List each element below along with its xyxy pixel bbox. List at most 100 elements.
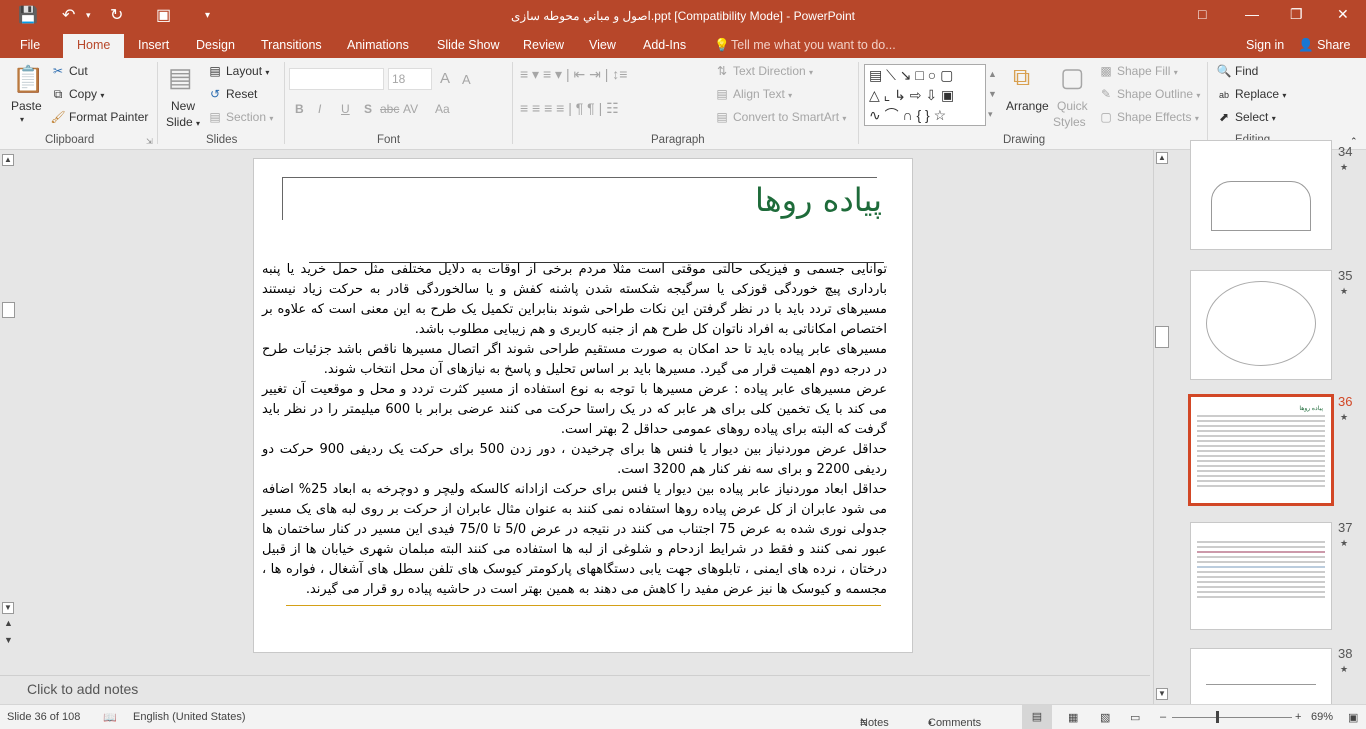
grow-font-button[interactable]: A xyxy=(440,70,450,87)
copy-button[interactable]: ⧉ Copy ▾ xyxy=(50,87,105,102)
slide-sorter-button[interactable]: ▦ xyxy=(1068,711,1078,724)
previous-slide-icon[interactable]: ▲ xyxy=(4,618,13,628)
tab-review[interactable]: Review xyxy=(523,38,564,52)
tab-insert[interactable]: Insert xyxy=(138,38,169,52)
bullets-button[interactable]: ≡ ▾ ≡ ▾ | ⇤ ⇥ | ↕≡ xyxy=(520,66,627,83)
slide-scrollbar[interactable]: ▲ ▼ ▲ ▼ xyxy=(0,150,17,672)
format-painter-label: Format Painter xyxy=(69,110,149,124)
arrange-icon[interactable]: ⧉ xyxy=(1013,64,1030,92)
quick-styles-icon[interactable]: ▢ xyxy=(1060,62,1085,93)
paint-bucket-icon: ▩ xyxy=(1100,64,1112,78)
char-spacing-button[interactable]: AV xyxy=(403,102,418,116)
font-size-input[interactable]: 18 xyxy=(388,68,432,90)
minimize-icon[interactable]: — xyxy=(1245,6,1259,22)
slide-body-text[interactable]: توانایی جسمی و فیزیکی حالتی موقتی است مث… xyxy=(262,260,887,600)
reset-icon: ↺ xyxy=(209,87,221,101)
new-slide-label: Slide xyxy=(166,115,193,129)
reset-label: Reset xyxy=(226,87,258,101)
slide-thumbnail-37[interactable] xyxy=(1190,522,1332,630)
slide-title[interactable]: پیاده روها xyxy=(755,181,882,219)
quick-styles-button[interactable]: Quick xyxy=(1057,99,1088,113)
next-slide-icon[interactable]: ▼ xyxy=(4,635,13,645)
star-icon: ★ xyxy=(1340,286,1349,296)
slide-thumbnail-36[interactable]: پیاده روها xyxy=(1188,394,1334,506)
zoom-out-button[interactable]: – xyxy=(1160,711,1166,723)
new-slide-button[interactable]: New xyxy=(171,99,195,113)
alignment-buttons[interactable]: ≡ ≡ ≡ ≡ | ¶ ¶ | ☷ xyxy=(520,100,619,117)
scroll-up-icon[interactable]: ▲ xyxy=(2,154,14,166)
maximize-icon[interactable]: ❐ xyxy=(1290,6,1303,23)
select-label: Select xyxy=(1235,110,1269,124)
find-button[interactable]: 🔍 Find xyxy=(1216,64,1259,78)
shape-effects-button[interactable]: ▢ Shape Effects ▾ xyxy=(1098,110,1199,124)
shape-effects-label: Shape Effects xyxy=(1117,110,1192,124)
reading-view-button[interactable]: ▧ xyxy=(1100,711,1110,724)
tell-me-input[interactable]: Tell me what you want to do... xyxy=(731,38,896,52)
arrange-button[interactable]: Arrange xyxy=(1006,99,1049,113)
font-name-input[interactable] xyxy=(289,68,384,90)
scroll-thumb[interactable] xyxy=(2,302,15,318)
shape-outline-button[interactable]: ✎ Shape Outline ▾ xyxy=(1098,87,1200,101)
tab-home[interactable]: Home xyxy=(63,34,125,58)
text-direction-button[interactable]: ⇅ Text Direction ▾ xyxy=(714,64,813,78)
ribbon-options-icon[interactable]: □ xyxy=(1198,6,1206,22)
select-button[interactable]: ⬈ Select ▾ xyxy=(1216,110,1276,124)
align-text-button[interactable]: ▤ Align Text ▾ xyxy=(714,87,792,101)
tab-add-ins[interactable]: Add-Ins xyxy=(643,38,686,52)
clipboard-launcher-icon[interactable]: ⇲ xyxy=(146,137,153,146)
paste-button[interactable]: Paste xyxy=(11,99,42,113)
zoom-level[interactable]: 69% xyxy=(1311,711,1333,723)
reset-button[interactable]: ↺ Reset xyxy=(207,87,257,101)
tab-animations[interactable]: Animations xyxy=(347,38,409,52)
paste-dropdown-icon[interactable]: ▾ xyxy=(20,115,24,124)
close-icon[interactable]: ✕ xyxy=(1337,6,1349,23)
shapes-gallery[interactable]: ▤ ⟍ ↘ □ ○ ▢ △ ⌞ ↳ ⇨ ⇩ ▣ ∿ ⌒ ∩ { } ☆ xyxy=(864,64,986,126)
convert-smartart-button[interactable]: ▤ Convert to SmartArt ▾ xyxy=(714,110,846,124)
convert-smartart-label: Convert to SmartArt xyxy=(733,110,840,124)
slide-show-button[interactable]: ▭ xyxy=(1130,711,1140,724)
zoom-slider[interactable] xyxy=(1172,717,1292,718)
scroll-down-icon[interactable]: ▼ xyxy=(2,602,14,614)
zoom-slider-thumb[interactable] xyxy=(1216,711,1219,723)
normal-view-button[interactable]: ▤ xyxy=(1022,705,1052,729)
cut-button[interactable]: ✂ Cut xyxy=(50,64,88,78)
shadow-button[interactable]: S xyxy=(364,102,372,116)
shape-fill-button[interactable]: ▩ Shape Fill ▾ xyxy=(1098,64,1177,78)
zoom-in-button[interactable]: + xyxy=(1295,711,1301,723)
scroll-thumb[interactable] xyxy=(1155,326,1169,348)
thumbnail-scrollbar[interactable]: ▲ ▼ xyxy=(1153,150,1170,704)
quick-styles-dropdown[interactable]: Styles xyxy=(1053,115,1086,129)
section-button[interactable]: ▤ Section ▾ xyxy=(207,110,273,124)
share-button[interactable]: 👤 Share xyxy=(1298,38,1350,53)
scroll-up-icon[interactable]: ▲ xyxy=(1156,152,1168,164)
slide-canvas[interactable]: پیاده روها توانایی جسمی و فیزیکی حالتی م… xyxy=(253,158,913,653)
gallery-scroll[interactable]: ▲ ▼ ▾ xyxy=(988,64,997,124)
change-case-button[interactable]: Aa xyxy=(435,102,450,116)
language-indicator[interactable]: English (United States) xyxy=(133,711,246,723)
replace-button[interactable]: ab Replace ▾ xyxy=(1216,87,1286,101)
notes-pane[interactable]: Click to add notes xyxy=(0,675,1150,703)
format-painter-button[interactable]: 🖌 Format Painter xyxy=(50,110,148,124)
slide-thumbnail-35[interactable] xyxy=(1190,270,1332,380)
tab-slide-show[interactable]: Slide Show xyxy=(437,38,500,52)
italic-button[interactable]: I xyxy=(318,102,321,116)
paste-icon[interactable]: 📋 xyxy=(12,64,44,95)
new-slide-icon[interactable]: ▤ xyxy=(168,62,193,93)
slide-thumbnail-34[interactable] xyxy=(1190,140,1332,250)
underline-button[interactable]: U xyxy=(341,102,350,116)
sign-in-link[interactable]: Sign in xyxy=(1246,38,1284,52)
tab-transitions[interactable]: Transitions xyxy=(261,38,322,52)
thumbnail-title: پیاده روها xyxy=(1299,406,1323,412)
shrink-font-button[interactable]: A xyxy=(462,72,471,87)
tab-file[interactable]: File xyxy=(20,38,40,52)
fit-to-window-icon[interactable]: ▣ xyxy=(1348,711,1358,724)
scroll-down-icon[interactable]: ▼ xyxy=(1156,688,1168,700)
strikethrough-button[interactable]: abc xyxy=(380,102,399,116)
bold-button[interactable]: B xyxy=(295,102,304,116)
tab-view[interactable]: View xyxy=(589,38,616,52)
new-slide-dropdown[interactable]: Slide ▾ xyxy=(166,115,200,129)
layout-button[interactable]: ▤ Layout ▾ xyxy=(207,64,269,78)
status-bar: Slide 36 of 108 📖 English (United States… xyxy=(0,704,1366,729)
spell-check-icon[interactable]: 📖 xyxy=(103,711,117,724)
tab-design[interactable]: Design xyxy=(196,38,235,52)
